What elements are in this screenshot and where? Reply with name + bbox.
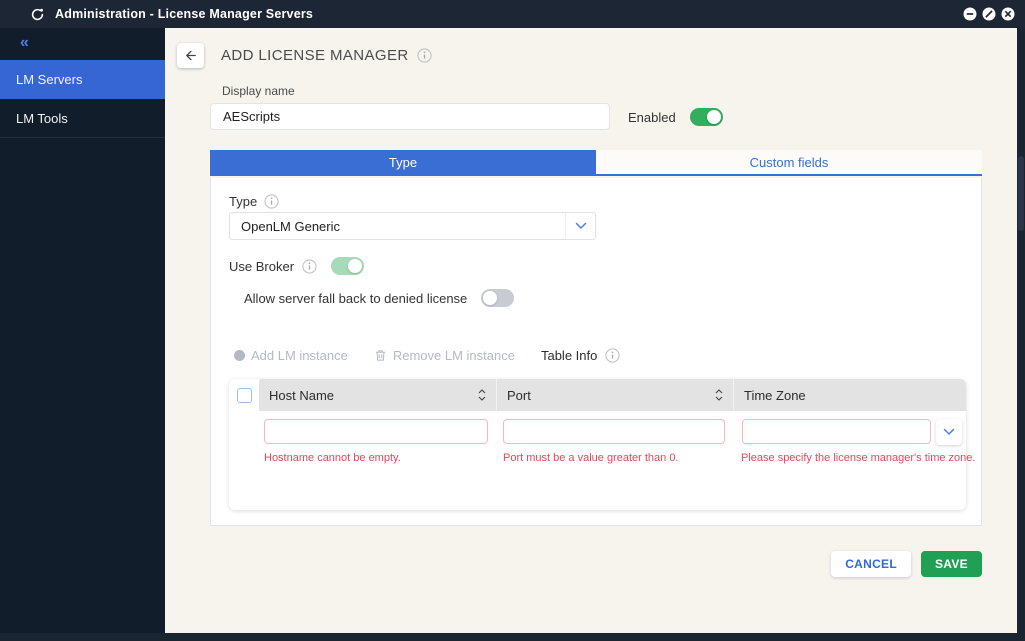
sidebar-collapse-icon[interactable]: « [20,34,29,52]
titlebar: Administration - License Manager Servers [0,0,1025,28]
maximize-button[interactable] [982,7,996,21]
page-title: ADD LICENSE MANAGER [221,47,409,64]
trash-icon [374,349,387,362]
time-zone-input[interactable] [742,419,931,444]
column-header-time-zone[interactable]: Time Zone [733,379,966,411]
sidebar-item-label: LM Tools [16,110,68,126]
main-content: ADD LICENSE MANAGER Display name Enabled… [165,28,1017,633]
type-tab-panel: Type OpenLM Generic Use Broker Allow ser… [210,178,982,526]
back-button[interactable] [177,43,204,68]
table-toolbar: Add LM instance Remove LM instance Table… [234,348,620,363]
remove-lm-instance-label: Remove LM instance [392,348,515,363]
sidebar-item-label: LM Servers [16,71,83,87]
table-info-button[interactable]: Table Info [541,348,620,363]
table-info-icon [605,348,620,363]
remove-lm-instance-button[interactable]: Remove LM instance [374,348,515,363]
minimize-button[interactable] [963,7,977,21]
tab-bar: Type Custom fields [210,150,982,176]
tab-label: Custom fields [749,154,829,170]
tab-custom-fields[interactable]: Custom fields [596,150,982,174]
sort-icon [478,388,486,402]
column-label: Time Zone [744,387,806,403]
tab-type[interactable]: Type [210,150,596,174]
sort-icon [715,388,723,402]
tab-label: Type [388,154,418,170]
time-zone-dropdown-button[interactable] [936,419,962,445]
time-zone-error: Please specify the license manager's tim… [741,452,976,464]
sidebar-item-lm-servers[interactable]: LM Servers [0,60,165,99]
port-input[interactable] [503,419,725,444]
cancel-button[interactable]: CANCEL [831,551,911,577]
right-window-frame [1017,28,1025,633]
display-name-label: Display name [222,84,295,98]
table-header-row: Host Name Port Time Zone [229,379,966,411]
chevron-down-icon [565,213,595,239]
type-info-icon[interactable] [264,194,279,209]
sidebar: « LM Servers LM Tools [0,28,165,633]
table-row: Hostname cannot be empty. Port must be a… [229,411,975,510]
column-label: Port [507,387,531,403]
port-error: Port must be a value greater than 0. [503,452,679,464]
app-logo-icon [30,7,45,22]
enabled-toggle[interactable] [689,108,723,126]
form-actions: CANCEL SAVE [165,551,982,577]
use-broker-label: Use Broker [229,258,295,274]
lm-instance-table: Host Name Port Time Zone Hostname cannot… [229,379,975,510]
type-select-value: OpenLM Generic [241,218,340,234]
sidebar-item-lm-tools[interactable]: LM Tools [0,99,165,138]
table-info-label: Table Info [540,348,598,363]
column-header-port[interactable]: Port [496,379,733,411]
save-button[interactable]: SAVE [921,551,982,577]
add-icon [234,350,245,361]
fallback-toggle[interactable] [481,289,515,307]
page-info-icon[interactable] [417,48,432,63]
use-broker-toggle[interactable] [331,257,365,275]
host-name-error: Hostname cannot be empty. [264,452,401,464]
close-button[interactable] [1001,7,1015,21]
column-header-host-name[interactable]: Host Name [259,379,496,411]
add-lm-instance-label: Add LM instance [251,348,348,363]
window-controls [963,7,1015,21]
host-name-input[interactable] [264,419,488,444]
bottom-window-frame [0,633,1025,641]
page-header: ADD LICENSE MANAGER [177,43,432,68]
fallback-label: Allow server fall back to denied license [244,290,468,306]
select-all-checkbox[interactable] [236,387,252,403]
scrollbar-thumb[interactable] [1018,156,1024,231]
type-label: Type [229,194,258,209]
window-title: Administration - License Manager Servers [55,7,314,21]
add-lm-instance-button[interactable]: Add LM instance [234,348,348,363]
toggle-knob [706,110,721,124]
chevron-down-icon [943,428,955,436]
column-label: Host Name [269,387,335,403]
toggle-knob [348,259,363,273]
type-select[interactable]: OpenLM Generic [229,212,596,240]
display-name-input[interactable] [210,103,610,130]
toggle-knob [483,291,498,305]
use-broker-info-icon[interactable] [302,258,317,274]
enabled-label: Enabled [628,109,676,125]
